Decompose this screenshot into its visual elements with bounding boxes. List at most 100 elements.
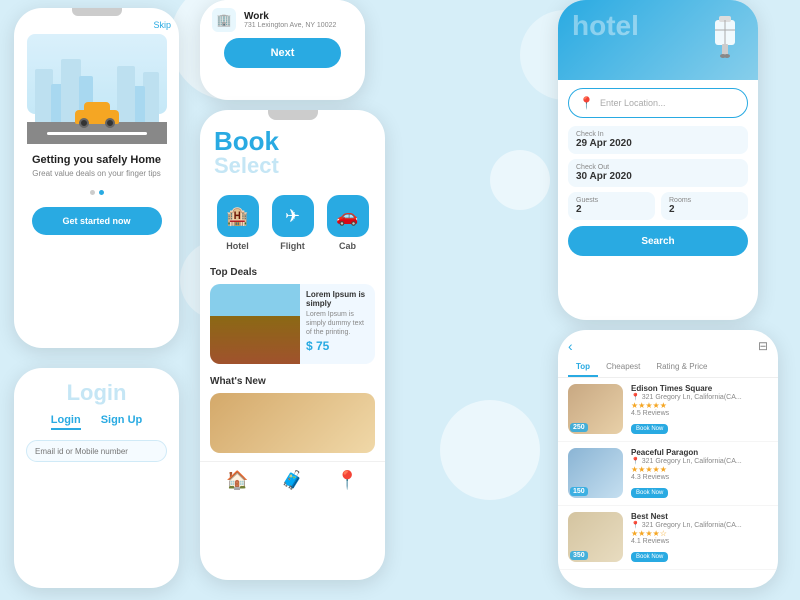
new-card[interactable]: [210, 393, 375, 453]
hotel-price-1: 250: [570, 423, 588, 432]
onboarding-subtitle: Great value deals on your finger tips: [32, 169, 161, 178]
login-tab[interactable]: Login: [51, 414, 81, 430]
city-illustration: [27, 34, 167, 144]
hotel-result-1[interactable]: 250 Edison Times Square 📍 321 Gregory Ln…: [558, 378, 778, 442]
location-pin-icon: 📍: [631, 393, 640, 401]
hotel-reviews-1: 4.5 Reviews: [631, 410, 768, 417]
hotel-thumb-3: 350: [568, 512, 623, 562]
work-label: Work: [244, 11, 336, 22]
deal-card[interactable]: Lorem Ipsum is simply Lorem Ipsum is sim…: [210, 284, 375, 364]
book-phone: Book Select 🏨 Hotel ✈ Flight 🚗 Cab Top D…: [200, 110, 385, 580]
filter-icon[interactable]: ⊟: [758, 339, 768, 353]
hotel-thumb-2: 150: [568, 448, 623, 498]
rooms-label: Rooms: [669, 197, 740, 204]
back-button[interactable]: ‹: [568, 338, 573, 354]
book-now-button-1[interactable]: Book Now: [631, 424, 668, 434]
login-phone: Login Login Sign Up: [14, 368, 179, 588]
top-deals-section: Top Deals Lorem Ipsum is simply Lorem Ip…: [200, 259, 385, 368]
tab-cheapest[interactable]: Cheapest: [598, 358, 648, 377]
book-now-button-2[interactable]: Book Now: [631, 488, 668, 498]
tab-rating-price[interactable]: Rating & Price: [648, 358, 715, 377]
hotel-name-1: Edison Times Square: [631, 384, 768, 393]
signup-tab[interactable]: Sign Up: [101, 414, 143, 430]
phone-notch: [72, 8, 122, 16]
category-tabs: 🏨 Hotel ✈ Flight 🚗 Cab: [200, 187, 385, 259]
hotel-price-3: 350: [570, 551, 588, 560]
hotel-name-2: Peaceful Paragon: [631, 448, 768, 457]
check-out-value: 30 Apr 2020: [576, 171, 740, 182]
home-nav-icon[interactable]: 🏠: [226, 470, 248, 491]
dot-1[interactable]: [90, 190, 95, 195]
login-tabs: Login Sign Up: [26, 414, 167, 430]
hotel-stars-2: ★★★★★: [631, 465, 768, 474]
location-search-bar[interactable]: 📍 Enter Location...: [568, 88, 748, 118]
hotel-price-2: 150: [570, 487, 588, 496]
login-title: Login: [26, 380, 167, 406]
hotel-category[interactable]: 🏨 Hotel: [217, 195, 259, 251]
get-started-button[interactable]: Get started now: [32, 207, 162, 235]
check-out-label: Check Out: [576, 164, 740, 171]
guests-value: 2: [576, 204, 647, 215]
guests-rooms-row: Guests 2 Rooms 2: [568, 192, 748, 220]
hotel-form: Check In 29 Apr 2020 Check Out 30 Apr 20…: [558, 126, 758, 256]
top-deals-title: Top Deals: [210, 267, 375, 278]
hotel-location-2: 📍 321 Gregory Ln, California(CA...: [631, 457, 768, 465]
hotel-name-3: Best Nest: [631, 512, 768, 521]
cab-icon: 🚗: [327, 195, 369, 237]
book-subtitle: Select: [214, 153, 371, 179]
hotel-stars-1: ★★★★★: [631, 401, 768, 410]
results-tabs: Top Cheapest Rating & Price: [558, 358, 778, 378]
deal-image: [210, 284, 300, 364]
tab-top[interactable]: Top: [568, 358, 598, 377]
book-now-button-3[interactable]: Book Now: [631, 552, 668, 562]
location-placeholder: Enter Location...: [600, 98, 666, 108]
deal-price: $ 75: [306, 339, 369, 353]
hotel-reviews-2: 4.3 Reviews: [631, 474, 768, 481]
check-in-label: Check In: [576, 131, 740, 138]
next-button[interactable]: Next: [224, 38, 341, 68]
hotel-info-3: Best Nest 📍 321 Gregory Ln, California(C…: [631, 512, 768, 563]
taxi-illustration: [75, 102, 119, 124]
dot-2[interactable]: [99, 190, 104, 195]
hotel-result-3[interactable]: 350 Best Nest 📍 321 Gregory Ln, Californ…: [558, 506, 778, 570]
check-out-field[interactable]: Check Out 30 Apr 2020: [568, 159, 748, 187]
hotel-info-2: Peaceful Paragon 📍 321 Gregory Ln, Calif…: [631, 448, 768, 499]
deal-name: Lorem Ipsum is simply: [306, 290, 369, 308]
hotel-label: Hotel: [226, 241, 249, 251]
location-pin-icon: 📍: [579, 96, 594, 110]
hotel-location-1: 📍 321 Gregory Ln, California(CA...: [631, 393, 768, 401]
work-icon: 🏢: [212, 8, 236, 32]
bag-nav-icon[interactable]: 🧳: [281, 470, 303, 491]
guests-label: Guests: [576, 197, 647, 204]
onboarding-title: Getting you safely Home: [32, 154, 161, 166]
cab-category[interactable]: 🚗 Cab: [327, 195, 369, 251]
work-section: 🏢 Work 731 Lexington Ave, NY 10022: [200, 0, 365, 38]
hotel-info-1: Edison Times Square 📍 321 Gregory Ln, Ca…: [631, 384, 768, 435]
hotel-thumb-1: 250: [568, 384, 623, 434]
results-header: ‹ ⊟: [558, 330, 778, 358]
hotel-hero-image: hotel: [558, 0, 758, 80]
hotel-icon: 🏨: [217, 195, 259, 237]
deal-desc: Lorem Ipsum is simply dummy text of the …: [306, 310, 369, 337]
search-button[interactable]: Search: [568, 226, 748, 256]
hotel-result-2[interactable]: 150 Peaceful Paragon 📍 321 Gregory Ln, C…: [558, 442, 778, 506]
guests-field[interactable]: Guests 2: [568, 192, 655, 220]
email-input[interactable]: [26, 440, 167, 462]
pagination-dots: [90, 190, 104, 195]
hotel-location-3: 📍 321 Gregory Ln, California(CA...: [631, 521, 768, 529]
flight-label: Flight: [280, 241, 305, 251]
rooms-field[interactable]: Rooms 2: [661, 192, 748, 220]
location-nav-icon[interactable]: 📍: [336, 470, 358, 491]
cab-label: Cab: [339, 241, 356, 251]
hotel-search-phone: hotel 📍 Enter Location... Check In 29 Ap…: [558, 0, 758, 320]
bottom-nav: 🏠 🧳 📍: [200, 461, 385, 495]
flight-category[interactable]: ✈ Flight: [272, 195, 314, 251]
results-phone: ‹ ⊟ Top Cheapest Rating & Price 250 Edis…: [558, 330, 778, 588]
onboarding-phone: Skip Getting: [14, 8, 179, 348]
whats-new-title: What's New: [210, 376, 375, 387]
check-in-field[interactable]: Check In 29 Apr 2020: [568, 126, 748, 154]
location-pin-icon: 📍: [631, 521, 640, 529]
rooms-value: 2: [669, 204, 740, 215]
hotel-stars-3: ★★★★☆: [631, 529, 768, 538]
location-pin-icon: 📍: [631, 457, 640, 465]
